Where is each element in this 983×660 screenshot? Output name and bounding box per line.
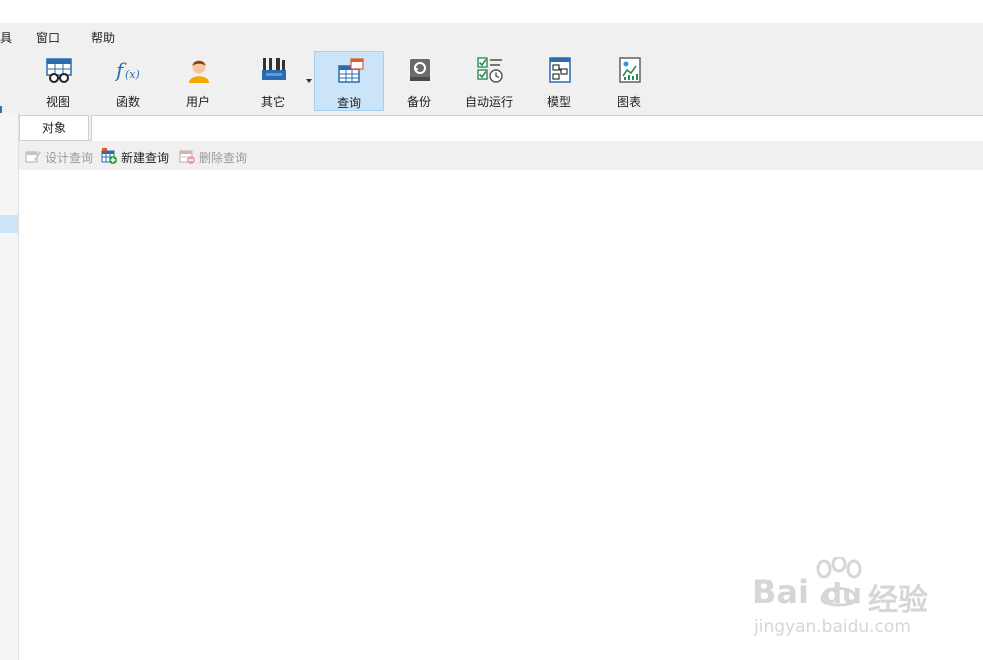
tools-icon — [262, 58, 286, 80]
object-toolbar: 设计查询 新建查询 删除查询 — [19, 141, 983, 170]
navigation-pane[interactable] — [0, 113, 19, 660]
toolbar-query-button[interactable]: 查询 — [314, 51, 384, 111]
chart-icon — [619, 57, 641, 83]
toolbar-backup-button[interactable]: 备份 — [384, 51, 454, 111]
new-query-label: 新建查询 — [121, 151, 170, 165]
toolbar-query-label: 查询 — [336, 96, 361, 110]
new-query-icon — [101, 148, 117, 164]
design-query-button[interactable]: 设计查询 — [25, 148, 95, 165]
toolbar-other-button[interactable]: 其它 — [238, 51, 308, 111]
menu-help[interactable]: 帮助 — [91, 29, 115, 46]
view-icon — [46, 58, 72, 83]
toolbar-user-label: 用户 — [185, 95, 210, 109]
toolbar-automation-button[interactable]: 自动运行 — [454, 51, 524, 111]
design-query-icon — [25, 151, 41, 163]
design-query-label: 设计查询 — [45, 151, 94, 165]
toolbar-model-label: 模型 — [546, 95, 571, 109]
function-icon: f (x) — [115, 58, 140, 82]
baidu-watermark: Bai du 经验 jingyan.baidu.com — [752, 555, 942, 645]
toolbar-function-button[interactable]: f (x) 函数 — [93, 51, 163, 111]
tab-bar-empty-area — [91, 115, 983, 141]
svg-text:(x): (x) — [125, 68, 140, 81]
toolbar-backup-label: 备份 — [406, 95, 431, 109]
query-icon — [338, 58, 364, 83]
toolbar-chart-button[interactable]: 图表 — [594, 51, 664, 111]
toolbar-function-label: 函数 — [115, 95, 140, 109]
model-icon — [549, 57, 571, 83]
automation-icon — [477, 57, 503, 83]
watermark-cn: 经验 — [868, 583, 928, 618]
navigation-selected-item[interactable] — [0, 215, 18, 233]
toolbar-model-button[interactable]: 模型 — [524, 51, 594, 111]
tab-bar: 对象 — [19, 113, 983, 141]
backup-icon — [410, 59, 430, 81]
toolbar-view-button[interactable]: 视图 — [23, 51, 93, 111]
watermark-brand-du: du — [822, 577, 862, 610]
toolbar-view-label: 视图 — [45, 95, 70, 109]
tab-objects[interactable]: 对象 — [19, 115, 89, 140]
main-toolbar: 视图 f (x) 函数 用户 其它 查询 备份 自动运行 模型 图表 — [0, 49, 983, 128]
menu-window[interactable]: 窗口 — [36, 29, 60, 46]
menu-bar: 具 窗口 帮助 — [0, 23, 983, 49]
toolbar-other-label: 其它 — [260, 95, 285, 109]
menu-tools[interactable]: 具 — [0, 29, 12, 46]
delete-query-label: 删除查询 — [199, 151, 248, 165]
delete-query-icon — [179, 150, 195, 164]
toolbar-automation-label: 自动运行 — [464, 95, 513, 109]
window-top-area — [0, 0, 983, 23]
new-query-button[interactable]: 新建查询 — [101, 148, 173, 165]
user-icon — [189, 60, 209, 83]
toolbar-user-button[interactable]: 用户 — [163, 51, 233, 111]
watermark-brand: Bai — [752, 573, 809, 611]
delete-query-button[interactable]: 删除查询 — [179, 148, 251, 165]
toolbar-chart-label: 图表 — [616, 95, 641, 109]
chevron-down-icon[interactable] — [306, 79, 312, 83]
watermark-url: jingyan.baidu.com — [754, 617, 911, 637]
